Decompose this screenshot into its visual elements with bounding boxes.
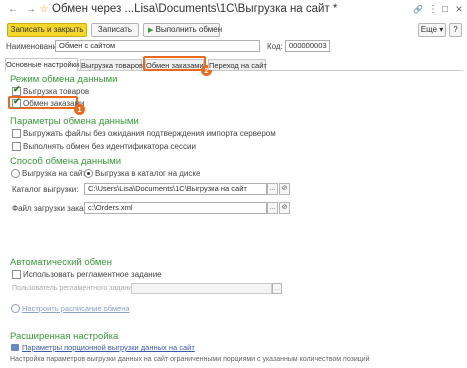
checkmark-icon: ✔ [13, 84, 21, 94]
orders-file-open-icon[interactable]: ⊘ [279, 202, 290, 214]
more-dropdown-button[interactable]: Еще ▾ [418, 23, 446, 37]
exchange-mode-heading: Режим обмена данными [10, 74, 118, 85]
run-exchange-button[interactable]: ▶ Выполнить обмен [143, 23, 223, 37]
to-disk-radio[interactable] [84, 169, 93, 178]
window-title: Обмен через ...Lisa\Documents\1С\Выгрузк… [52, 3, 338, 15]
batch-export-description: Настройка параметров выгрузки данных на … [10, 356, 370, 363]
catalog-label: Каталог выгрузки: [12, 185, 79, 194]
to-site-label: Выгрузка на сайт [22, 169, 87, 178]
catalog-select-button[interactable]: ... [267, 183, 278, 195]
batch-export-link[interactable]: Параметры порционной выгрузки данных на … [22, 343, 195, 352]
use-task-checkbox[interactable] [12, 270, 21, 279]
to-site-radio[interactable] [11, 169, 20, 178]
back-arrow-icon[interactable]: ← [6, 3, 20, 17]
play-icon: ▶ [148, 27, 154, 34]
exchange-params-heading: Параметры обмена данными [10, 116, 139, 127]
auto-exchange-heading: Автоматический обмен [10, 257, 112, 268]
tab-main-settings[interactable]: Основные настройки [5, 58, 79, 71]
no-confirm-label: Выгружать файлы без ожидания подтвержден… [23, 129, 276, 138]
to-disk-label: Выгрузка в каталог на диске [95, 169, 201, 178]
code-field[interactable]: 000000003 [285, 40, 330, 52]
task-user-select-button[interactable]: ... [272, 283, 282, 294]
use-task-label: Использовать регламентное задание [23, 270, 162, 279]
close-icon[interactable]: × [453, 2, 465, 16]
forward-arrow-icon[interactable]: → [24, 3, 38, 17]
tab-order-exchange-highlight [143, 56, 206, 71]
no-session-checkbox[interactable] [12, 142, 21, 151]
exchange-method-heading: Способ обмена данными [10, 156, 121, 167]
clock-icon [11, 304, 20, 313]
export-goods-label: Выгрузка товаров [23, 87, 90, 96]
tab-goods-export[interactable]: Выгрузка товаров [80, 59, 143, 70]
run-exchange-label: Выполнить обмен [155, 25, 223, 34]
title-bar: ← → ☆ Обмен через ...Lisa\Documents\1С\В… [0, 0, 467, 21]
tab-go-to-site[interactable]: Переход на сайт [208, 59, 267, 70]
name-field[interactable]: Обмен с сайтом [55, 40, 260, 52]
no-confirm-checkbox[interactable] [12, 129, 21, 138]
favorite-star-icon[interactable]: ☆ [38, 3, 50, 17]
save-button[interactable]: Записать [91, 23, 139, 37]
catalog-open-icon[interactable]: ⊘ [279, 183, 290, 195]
save-and-close-button[interactable]: Записать и закрыть [7, 23, 87, 37]
schedule-link[interactable]: Настроить расписание обмена [22, 304, 130, 313]
task-user-field[interactable] [131, 283, 272, 294]
link-icon[interactable]: 🔗 [412, 3, 424, 17]
help-button[interactable]: ? [449, 23, 462, 37]
settings-table-icon [11, 344, 19, 351]
catalog-field[interactable]: C:\Users\Lisa\Documents\1С\Выгрузка на с… [84, 183, 267, 195]
code-label: Код: [267, 42, 283, 51]
radio-dot [87, 172, 90, 175]
checkmark-icon: ✔ [13, 96, 21, 106]
no-session-label: Выполнять обмен без идентификатора сесси… [23, 142, 196, 151]
more-menu-icon[interactable]: ⋮ [428, 3, 438, 17]
task-user-label: Пользователь регламентного задания: [12, 285, 138, 292]
order-exchange-checkbox[interactable]: ✔ [12, 96, 21, 108]
orders-file-select-button[interactable]: ... [267, 202, 278, 214]
callout-badge-1: 1 [74, 104, 85, 115]
export-goods-checkbox[interactable]: ✔ [12, 84, 21, 96]
orders-file-field[interactable]: c:\Orders.xml [84, 202, 267, 214]
advanced-heading: Расширенная настройка [10, 331, 119, 342]
maximize-icon[interactable]: □ [440, 3, 450, 17]
